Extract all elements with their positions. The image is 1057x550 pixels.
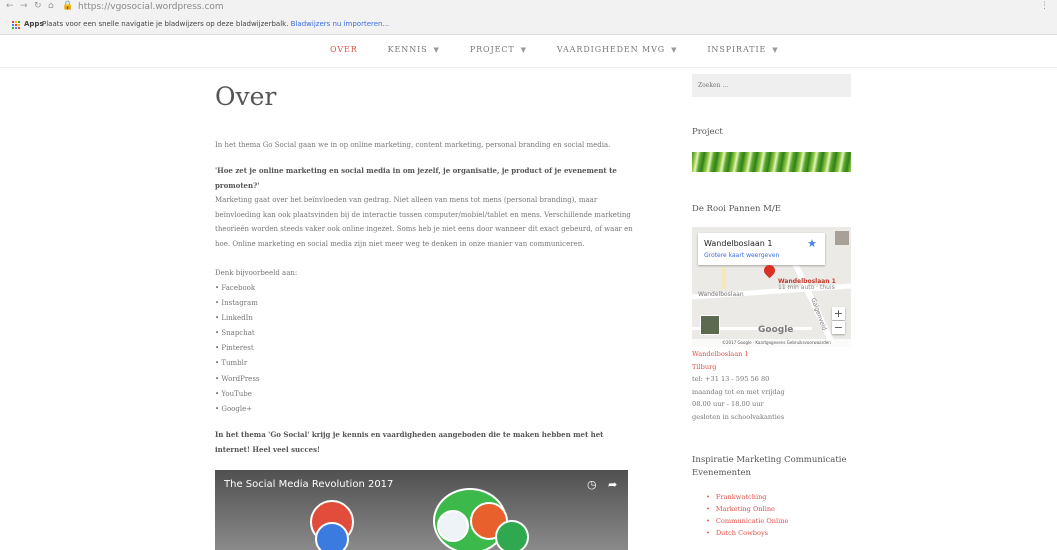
social-bubble-icon (315, 522, 349, 550)
home-icon[interactable]: ⌂ (48, 2, 57, 11)
map-card-address: Wandelboslaan 1 (704, 239, 773, 248)
contact-days: maandag tot en met vrijdag (692, 387, 785, 396)
inspiration-links: FrankwatchingMarketing OnlineCommunicati… (706, 491, 789, 539)
contact-hours: 08.00 uur - 18.00 uur (692, 400, 764, 408)
bookmarks-bar: Apps Plaats voor een snelle navigatie je… (0, 17, 1057, 32)
menu-item-label: PROJECT (469, 45, 515, 54)
browser-menu-icon[interactable]: ⋮ (1040, 2, 1049, 11)
list-item: • Snapchat (215, 329, 255, 338)
back-icon[interactable]: ← (6, 2, 15, 11)
zoom-in-button[interactable]: + (832, 307, 845, 320)
chevron-down-icon: ▼ (772, 46, 779, 54)
apps-label[interactable]: Apps (24, 17, 44, 32)
list-item: • Instagram (215, 299, 258, 308)
forward-icon[interactable]: → (20, 2, 29, 11)
map-road (722, 267, 726, 289)
inspiration-link[interactable]: Dutch Cowboys (706, 527, 788, 539)
contact-street-link[interactable]: Wandelboslaan 1 (692, 348, 785, 361)
share-icon[interactable]: ➦ (608, 478, 617, 491)
chevron-down-icon: ▼ (433, 46, 440, 54)
project-widget-title: Project (692, 127, 723, 137)
menu-item-label: INSPIRATIE (707, 45, 767, 54)
video-title[interactable]: The Social Media Revolution 2017 (224, 479, 393, 490)
larger-map-link[interactable]: Grotere kaart weergeven (704, 252, 779, 259)
bookmarks-message: Plaats voor een snelle navigatie je blad… (42, 17, 389, 32)
import-bookmarks-link[interactable]: Bladwijzers nu importeren... (291, 20, 390, 28)
zoom-out-button[interactable]: − (832, 321, 845, 334)
menu-item-vaardigheden-mvg[interactable]: VAARDIGHEDEN MVG ▼ (557, 45, 677, 54)
contact-city-link[interactable]: Tilburg (692, 361, 785, 374)
menu-item-label: KENNIS (387, 45, 428, 54)
list-item: • Google+ (215, 404, 253, 413)
outro-text: In het thema 'Go Social' krijg je kennis… (215, 430, 604, 454)
street-name-1: Wandelboslaan (698, 291, 744, 298)
project-banner-image[interactable] (692, 152, 851, 172)
pin-label-sub: 11 min auto · thuis (778, 284, 835, 291)
address-row: ← → ↻ ⌂ 🔒 https://vgosocial.wordpress.co… (0, 0, 1057, 17)
apps-icon[interactable] (12, 21, 20, 29)
contact-closed: gesloten in schoolvakanties (692, 412, 785, 421)
company-widget-title: De Rooi Pannen M/E (692, 204, 781, 214)
street-view-thumbnail[interactable] (835, 231, 849, 245)
menu-item-kennis[interactable]: KENNIS ▼ (388, 45, 440, 54)
map-footer: ©2017 Google · Kaartgegevens Gebruiksvoo… (692, 339, 851, 347)
contact-info: Wandelboslaan 1 Tilburg tel: +31 13 - 59… (692, 348, 785, 423)
reddit-bubble-icon (437, 510, 469, 542)
question-text: 'Hoe zet je online marketing en social m… (215, 166, 617, 190)
map-info-card: Wandelboslaan 1 Grotere kaart weergeven … (698, 233, 825, 265)
contact-phone: tel: +31 13 - 595 56 80 (692, 375, 770, 383)
list-item: • WordPress (215, 374, 260, 383)
example-label: Denk bijvoorbeeld aan: (215, 269, 298, 277)
reload-icon[interactable]: ↻ (34, 2, 43, 11)
search-input[interactable] (692, 74, 851, 97)
inspiration-link[interactable]: Frankwatching (706, 491, 788, 503)
bookmarks-hint: Plaats voor een snelle navigatie je blad… (42, 20, 289, 28)
secure-lock-icon: 🔒 (62, 1, 74, 11)
menu-item-label: VAARDIGHEDEN MVG (556, 45, 666, 54)
list-item: • Tumblr (215, 359, 248, 368)
page-title: Over (215, 82, 277, 111)
menu-list: OVER KENNIS ▼ PROJECT ▼ VAARDIGHEDEN MVG ▼ INSP… (330, 45, 809, 54)
satellite-toggle[interactable] (700, 315, 720, 335)
body-text: Marketing gaat over het beïnvloeden van … (215, 196, 633, 248)
location-pin-icon[interactable] (761, 262, 778, 279)
street-name-2: Galgenveld (809, 297, 828, 332)
main-menu: OVER KENNIS ▼ PROJECT ▼ VAARDIGHEDEN MVG ▼ INSP… (0, 35, 1057, 68)
list-item: • Pinterest (215, 344, 254, 353)
google-logo: Google (758, 325, 794, 335)
menu-item-label: OVER (330, 45, 358, 54)
menu-item-inspiratie[interactable]: INSPIRATIE ▼ (707, 45, 778, 54)
chevron-down-icon: ▼ (520, 46, 527, 54)
intro-text: In het thema Go Social gaan we in op onl… (215, 141, 611, 149)
inspiration-widget-title: Inspiratie Marketing Communicatie Evenem… (692, 455, 847, 478)
chevron-down-icon: ▼ (671, 46, 678, 54)
browser-chrome: ← → ↻ ⌂ 🔒 https://vgosocial.wordpress.co… (0, 0, 1057, 35)
examples-list: • Facebook • Instagram • LinkedIn • Snapcha… (215, 281, 260, 417)
address-bar[interactable]: https://vgosocial.wordpress.com (78, 1, 958, 14)
list-item: • Facebook (215, 284, 256, 292)
list-item: • YouTube (215, 389, 252, 398)
green-bubble-icon (495, 520, 529, 550)
save-star-icon[interactable]: ★ (807, 237, 817, 250)
inspiration-link[interactable]: Marketing Online (706, 503, 788, 515)
watch-later-icon[interactable]: ◷ (587, 478, 597, 491)
menu-item-over[interactable]: OVER (330, 45, 358, 54)
inspiration-link[interactable]: Communicatie Online (706, 515, 789, 527)
list-item: • LinkedIn (215, 314, 253, 323)
google-map[interactable]: Wandelboslaan Galgenveld Wandelboslaan 1… (692, 227, 851, 347)
pin-label: Wandelboslaan 1 11 min auto · thuis (778, 279, 836, 291)
video-embed[interactable]: The Social Media Revolution 2017 ◷ ➦ (215, 470, 628, 550)
menu-item-project[interactable]: PROJECT ▼ (470, 45, 527, 54)
